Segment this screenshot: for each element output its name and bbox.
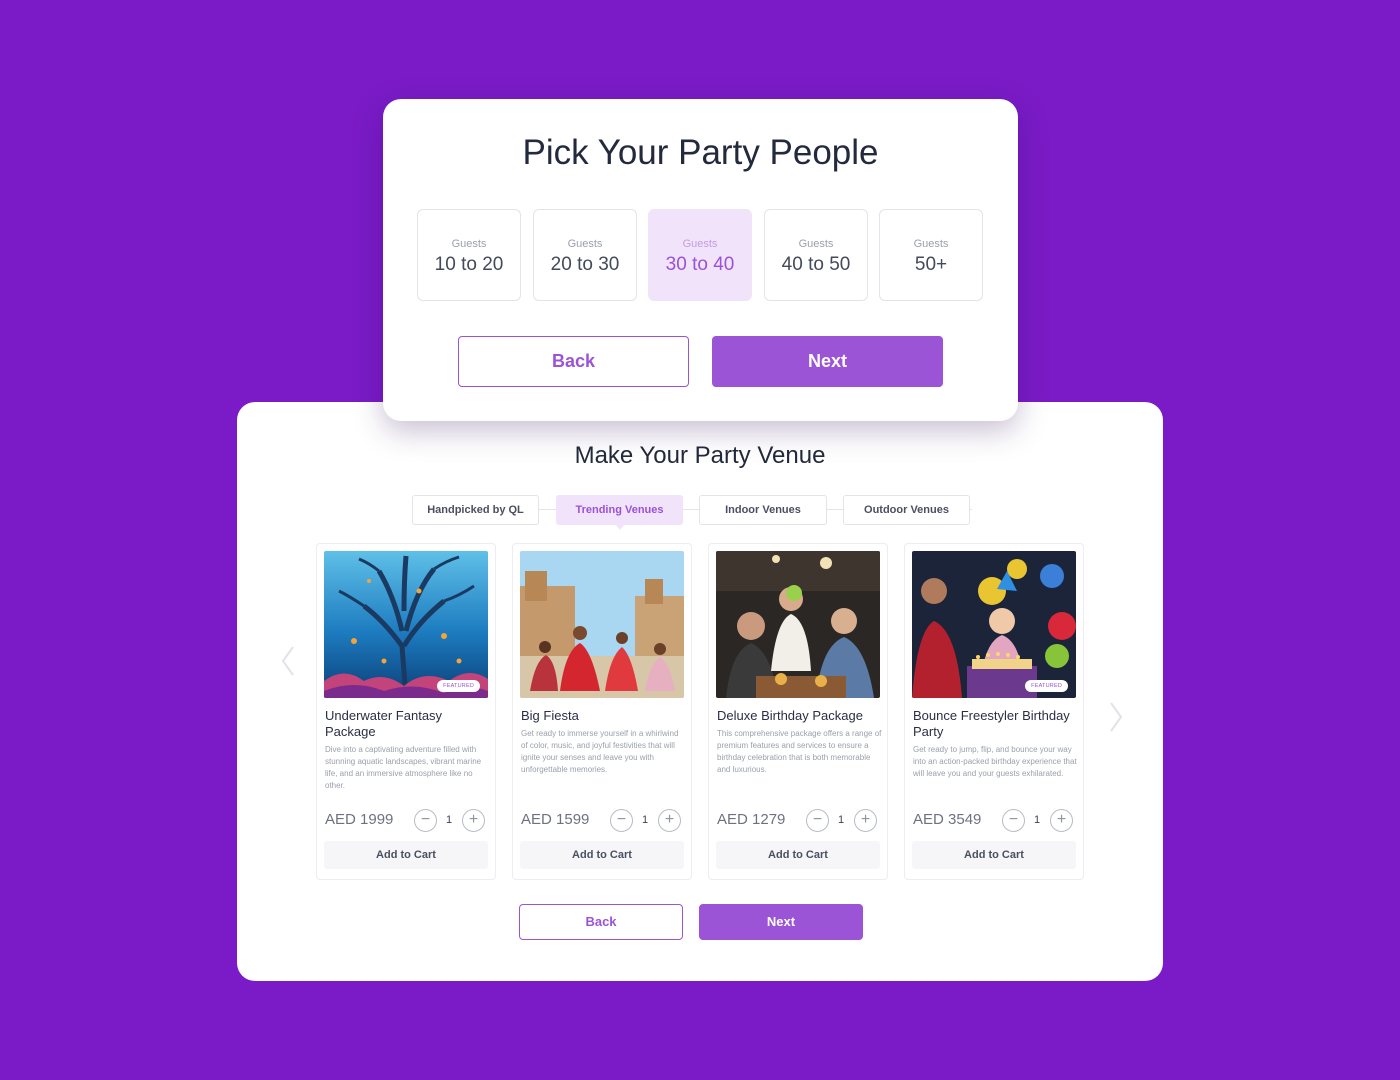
venue-image-underwater: FEATURED	[324, 551, 488, 698]
quantity-value: 1	[642, 814, 649, 826]
venue-price: AED 1279	[717, 811, 786, 828]
tab-handpicked[interactable]: Handpicked by QL	[412, 495, 539, 525]
venue-card-list: FEATURED Underwater Fantasy Package Dive…	[316, 543, 1084, 881]
plus-circle-icon[interactable]: +	[462, 809, 485, 832]
venue-image-fiesta	[520, 551, 684, 698]
add-to-cart-button[interactable]: Add to Cart	[912, 841, 1076, 869]
party-venue-card: Make Your Party Venue Handpicked by QL T…	[237, 402, 1163, 981]
venue-price: AED 1599	[521, 811, 590, 828]
guest-option-range: 50+	[914, 254, 948, 275]
tab-indoor-venues[interactable]: Indoor Venues	[699, 495, 827, 525]
party-people-card: Pick Your Party People Guests 10 to 20 G…	[383, 99, 1018, 421]
tab-outdoor-venues[interactable]: Outdoor Venues	[843, 495, 970, 525]
minus-circle-icon[interactable]: −	[610, 809, 633, 832]
tab-trending-venues[interactable]: Trending Venues	[556, 495, 683, 530]
minus-circle-icon[interactable]: −	[806, 809, 829, 832]
quantity-value: 1	[1034, 814, 1041, 826]
venue-card-deluxe-birthday[interactable]: Deluxe Birthday Package This comprehensi…	[708, 543, 888, 880]
venue-price: AED 1999	[325, 811, 394, 828]
chevron-right-icon[interactable]	[1103, 700, 1127, 734]
venue-description: This comprehensive package offers a rang…	[717, 729, 882, 774]
guest-option-range: 30 to 40	[665, 254, 735, 275]
venue-name: Deluxe Birthday Package	[717, 708, 863, 723]
venue-name: Bounce Freestyler Birthday Party	[913, 708, 1070, 739]
venue-card-big-fiesta[interactable]: Big Fiesta Get ready to immerse yourself…	[512, 543, 692, 880]
guest-option-label: Guests	[567, 238, 603, 250]
party-people-title: Pick Your Party People	[522, 133, 879, 172]
guest-option-range: 20 to 30	[550, 254, 620, 275]
guest-option-40-50[interactable]: Guests 40 to 50	[764, 209, 868, 301]
venue-tabs: Handpicked by QL Trending Venues Indoor …	[412, 495, 972, 530]
venue-card-bounce-freestyler[interactable]: FEATURED Bounce Freestyler Birthday Part…	[904, 543, 1084, 880]
back-button[interactable]: Back	[458, 336, 689, 387]
guest-option-10-20[interactable]: Guests 10 to 20	[417, 209, 521, 301]
add-to-cart-button[interactable]: Add to Cart	[324, 841, 488, 869]
party-venue-title: Make Your Party Venue	[574, 442, 826, 469]
venue-description: Dive into a captivating adventure filled…	[325, 745, 482, 790]
plus-circle-icon[interactable]: +	[658, 809, 681, 832]
venue-next-button[interactable]: Next	[699, 904, 863, 940]
minus-circle-icon[interactable]: −	[1002, 809, 1025, 832]
next-button[interactable]: Next	[712, 336, 943, 387]
guest-option-50-plus[interactable]: Guests 50+	[879, 209, 983, 301]
guest-option-label: Guests	[798, 238, 834, 250]
guest-option-label: Guests	[913, 238, 949, 250]
venue-name: Big Fiesta	[521, 708, 579, 723]
add-to-cart-button[interactable]: Add to Cart	[520, 841, 684, 869]
add-to-cart-button[interactable]: Add to Cart	[716, 841, 880, 869]
venue-card-underwater-fantasy[interactable]: FEATURED Underwater Fantasy Package Dive…	[316, 543, 496, 880]
guest-option-range: 40 to 50	[781, 254, 851, 275]
minus-circle-icon[interactable]: −	[414, 809, 437, 832]
venue-price: AED 3549	[913, 811, 982, 828]
chevron-left-icon[interactable]	[277, 644, 301, 678]
venue-description: Get ready to jump, flip, and bounce your…	[913, 745, 1077, 778]
guest-option-20-30[interactable]: Guests 20 to 30	[533, 209, 637, 301]
guest-option-label: Guests	[682, 238, 718, 250]
venue-image-bounce: FEATURED	[912, 551, 1076, 698]
venue-image-deluxe	[716, 551, 880, 698]
guest-option-range: 10 to 20	[434, 254, 504, 275]
guest-option-label: Guests	[451, 238, 487, 250]
featured-badge: FEATURED	[1025, 680, 1068, 692]
quantity-value: 1	[446, 814, 453, 826]
venue-back-button[interactable]: Back	[519, 904, 683, 940]
featured-badge: FEATURED	[437, 680, 480, 692]
venue-description: Get ready to immerse yourself in a whirl…	[521, 729, 679, 774]
guest-options: Guests 10 to 20 Guests 20 to 30 Guests 3…	[417, 209, 984, 301]
quantity-value: 1	[838, 814, 845, 826]
venue-name: Underwater Fantasy Package	[325, 708, 443, 739]
plus-circle-icon[interactable]: +	[854, 809, 877, 832]
plus-circle-icon[interactable]: +	[1050, 809, 1073, 832]
guest-option-30-40[interactable]: Guests 30 to 40	[648, 209, 752, 301]
